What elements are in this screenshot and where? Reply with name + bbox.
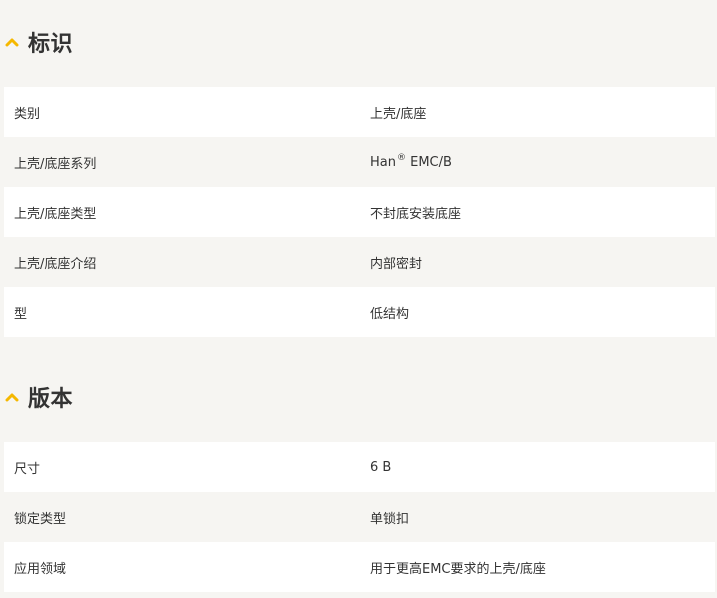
table-row: 类别 上壳/底座 [4, 87, 715, 137]
table-row: 上壳/底座介绍 内部密封 [4, 237, 715, 287]
row-value-main: Han [370, 154, 396, 170]
registered-mark: ® [396, 153, 406, 164]
section-title: 版本 [28, 387, 74, 412]
row-label: 型 [14, 306, 28, 322]
table-row: 上壳/底座类型 不封底安装底座 [4, 187, 715, 237]
table-row: 型 低结构 [4, 287, 715, 337]
table-row: 应用领域 用于更高EMC要求的上壳/底座 [4, 542, 715, 592]
row-value: 用于更高EMC要求的上壳/底座 [370, 561, 546, 577]
row-value: 单锁扣 [370, 511, 410, 527]
row-value: 不封底安装底座 [370, 206, 462, 222]
table-row: 上壳/底座系列 Han® EMC/B [4, 137, 715, 187]
row-label: 上壳/底座类型 [14, 206, 97, 222]
table-row: 锁定类型 单锁扣 [4, 492, 715, 542]
section-header-version[interactable]: 版本 [0, 377, 73, 417]
row-label: 应用领域 [14, 561, 67, 577]
properties-table: 尺寸 6 B 锁定类型 单锁扣 应用领域 用于更高EMC要求的上壳/底座 [4, 442, 715, 592]
chevron-up-icon [3, 388, 21, 406]
properties-table: 类别 上壳/底座 上壳/底座系列 Han® EMC/B 上壳/底座类型 不封底安… [4, 87, 715, 337]
row-value: 上壳/底座 [370, 106, 427, 122]
table-row: 尺寸 6 B [4, 442, 715, 492]
row-value: 6 B [370, 459, 392, 475]
row-value: 内部密封 [370, 256, 423, 272]
row-label: 上壳/底座介绍 [14, 256, 97, 272]
chevron-up-icon [3, 33, 21, 51]
row-value-suffix: EMC/B [405, 154, 452, 170]
row-value: Han® EMC/B [360, 153, 715, 170]
row-label: 上壳/底座系列 [14, 156, 97, 172]
section-title: 标识 [28, 32, 74, 57]
row-label: 类别 [14, 106, 41, 122]
row-label: 锁定类型 [14, 511, 67, 527]
row-label: 尺寸 [14, 461, 41, 477]
row-value: 低结构 [370, 306, 410, 322]
section-header-identification[interactable]: 标识 [0, 22, 73, 62]
